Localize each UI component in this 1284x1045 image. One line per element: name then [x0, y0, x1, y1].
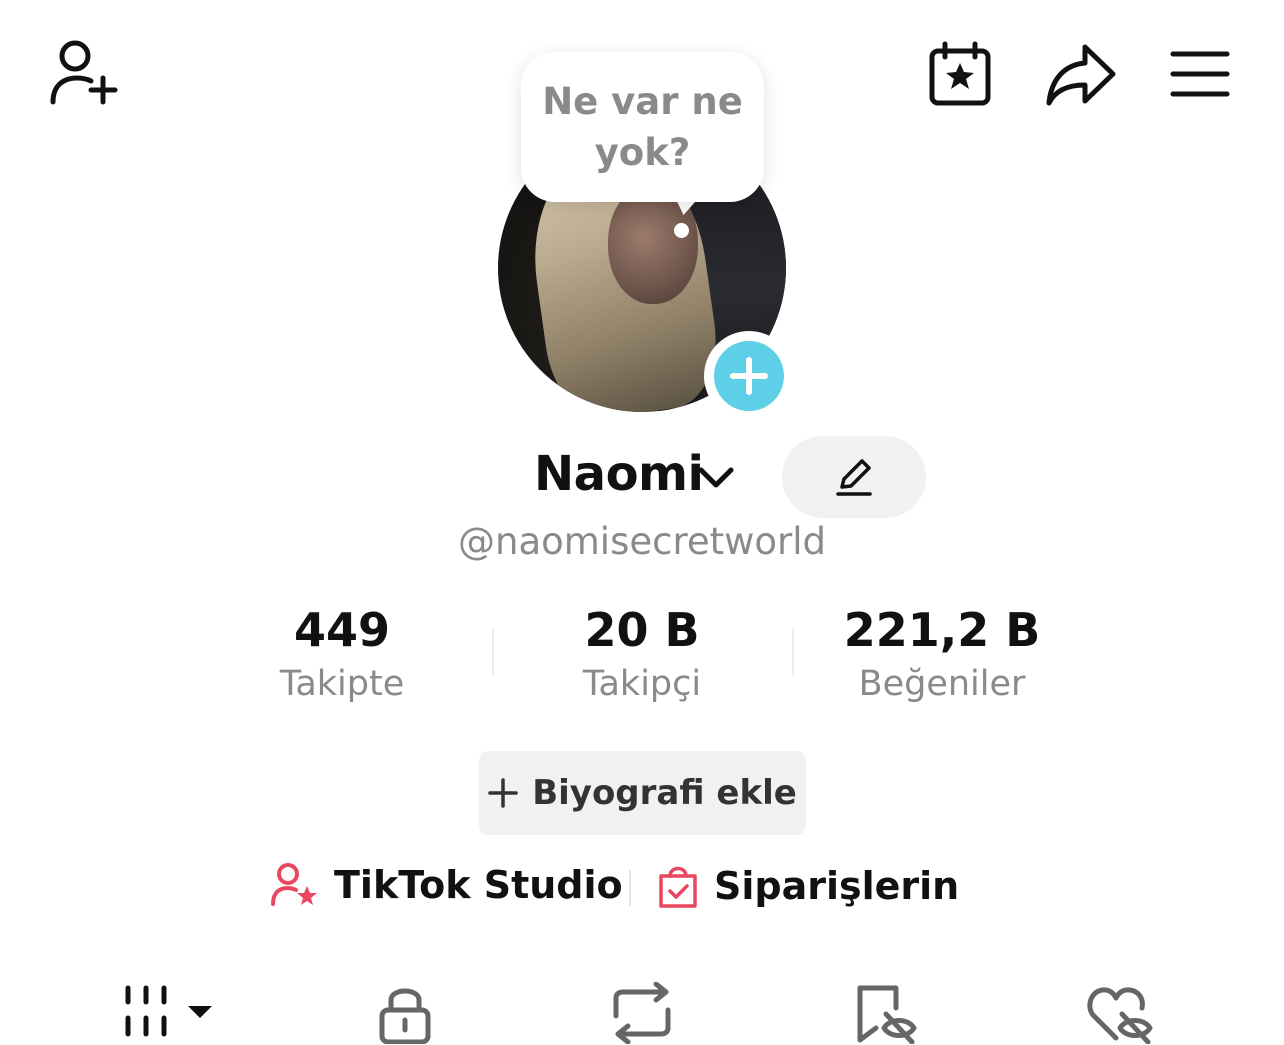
shopping-bag-icon	[659, 866, 697, 908]
stat-following-value: 449	[293, 603, 391, 657]
stat-following[interactable]: 449 Takipte	[192, 602, 492, 710]
grid-icon	[125, 985, 212, 1037]
user-star-icon	[271, 863, 317, 906]
heart-eye-icon	[1087, 987, 1153, 1044]
calendar-star-icon[interactable]	[924, 38, 996, 110]
menu-icon[interactable]	[1166, 44, 1234, 104]
chevron-down-icon[interactable]	[696, 464, 736, 492]
tiktok-studio-link[interactable]: TikTok Studio	[270, 862, 623, 908]
bubble-line-2: yok?	[594, 131, 691, 174]
username: @naomisecretworld	[458, 520, 827, 563]
profile-name-text: Naomi	[534, 446, 704, 502]
add-friend-icon[interactable]	[44, 36, 124, 110]
stat-likes-label: Beğeniler	[858, 664, 1026, 704]
tab-liked[interactable]	[1086, 982, 1156, 1044]
tiktok-studio-label: TikTok Studio	[334, 863, 623, 907]
stat-likes[interactable]: 221,2 B Beğeniler	[792, 602, 1092, 710]
orders-label: Siparişlerin	[714, 864, 960, 908]
plus-icon	[488, 778, 518, 808]
bookmark-eye-icon	[857, 985, 917, 1044]
stat-following-label: Takipte	[279, 664, 405, 704]
stat-followers-value: 20 B	[584, 603, 700, 657]
lock-icon	[379, 988, 431, 1044]
tab-videos[interactable]	[120, 984, 220, 1042]
profile-name[interactable]: Naomi	[534, 446, 704, 502]
bubble-line-1: Ne var ne	[542, 80, 743, 123]
bubble-dot	[674, 223, 689, 238]
stat-likes-value: 221,2 B	[843, 603, 1041, 657]
tab-private[interactable]	[374, 982, 436, 1044]
stat-followers[interactable]: 20 B Takipçi	[492, 602, 792, 710]
add-story-button[interactable]	[704, 331, 794, 421]
pencil-icon	[836, 459, 872, 496]
add-bio-label: Biyografi ekle	[532, 773, 797, 813]
add-bio-button[interactable]: Biyografi ekle	[479, 751, 806, 835]
tab-favorites[interactable]	[852, 982, 920, 1044]
share-icon[interactable]	[1040, 38, 1120, 110]
plus-icon	[714, 341, 784, 411]
orders-link[interactable]: Siparişlerin	[656, 862, 959, 910]
edit-profile-button[interactable]	[782, 436, 926, 518]
status-bubble[interactable]: Ne var ne yok?	[521, 52, 764, 202]
divider	[629, 870, 631, 906]
repost-icon	[613, 982, 671, 1044]
tab-reposts[interactable]	[608, 982, 676, 1044]
stat-followers-label: Takipçi	[582, 664, 702, 704]
